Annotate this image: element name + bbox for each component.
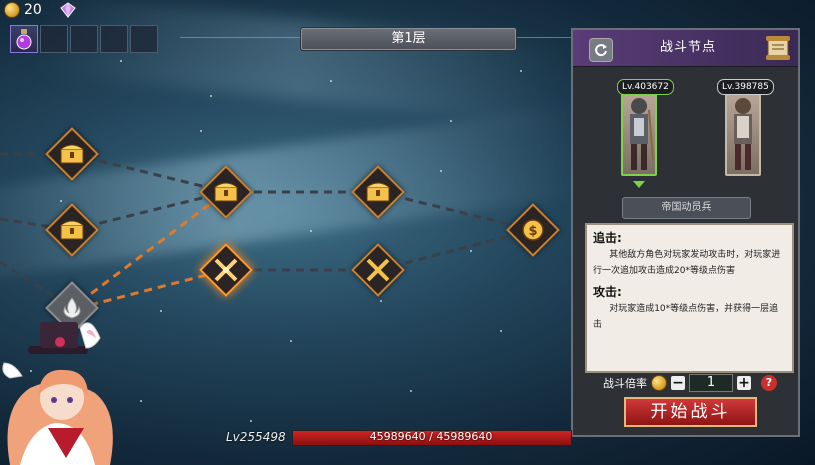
player-level: Lv255498 <box>226 430 286 444</box>
start-battle-button[interactable]: 开始战斗 <box>624 397 757 427</box>
map-node-chest[interactable] <box>45 203 99 257</box>
increase-button[interactable]: + <box>737 376 751 390</box>
map-node-battle[interactable] <box>351 243 405 297</box>
map-node-coin-shop[interactable]: $ <box>506 203 560 257</box>
unit-level-badge: Lv.398785 <box>717 79 774 95</box>
soldier-portrait <box>630 98 654 170</box>
knight-portrait <box>734 98 752 170</box>
battle-node-panel: 战斗节点 Lv.403672 Lv.398785 帝国动员兵 追击: 其他敌方角… <box>571 28 800 437</box>
multiplier-input[interactable]: 1 <box>689 374 733 392</box>
panel-title: 战斗节点 <box>659 40 716 55</box>
coin-icon <box>651 375 667 391</box>
map-node-chest[interactable] <box>351 165 405 219</box>
skill-text: 对玩家造成10*等级点伤害，并获得一层追击 <box>593 304 779 330</box>
chest-icon <box>60 220 84 240</box>
unit-name-label: 帝国动员兵 <box>622 197 751 219</box>
chest-icon <box>214 182 238 202</box>
refresh-icon <box>595 44 607 57</box>
enemy-unit-card-selected[interactable] <box>621 88 657 176</box>
chest-icon <box>366 182 390 202</box>
map-node-chest[interactable] <box>199 165 253 219</box>
panel-header: 战斗节点 <box>573 30 798 67</box>
scroll-icon[interactable] <box>764 33 792 63</box>
battle-multiplier-row: 战斗倍率 − 1 + ? <box>603 373 777 393</box>
player-status-bar: Lv255498 45989640 / 45989640 <box>226 429 572 446</box>
skill-heading: 追击: <box>593 231 622 245</box>
selected-indicator <box>633 181 645 188</box>
help-button[interactable]: ? <box>761 375 777 391</box>
unit-level-badge: Lv.403672 <box>617 79 674 95</box>
skill-heading: 攻击: <box>593 285 622 299</box>
coin-shop-icon: $ <box>522 219 544 241</box>
map-node-battle-active[interactable] <box>199 243 253 297</box>
svg-text:$: $ <box>528 224 537 239</box>
refresh-button[interactable] <box>589 38 613 62</box>
player-character-portrait <box>2 322 113 465</box>
decrease-button[interactable]: − <box>671 376 685 390</box>
map-node-chest[interactable] <box>45 127 99 181</box>
battle-icon <box>366 258 390 282</box>
battle-icon <box>214 258 238 282</box>
skill-text: 其他敌方角色对玩家发动攻击时，对玩家进行一次追加攻击造成20*等级点伤害 <box>593 250 781 276</box>
multiplier-label: 战斗倍率 <box>603 377 647 390</box>
skill-description-box: 追击: 其他敌方角色对玩家发动攻击时，对玩家进行一次追加攻击造成20*等级点伤害… <box>585 223 794 373</box>
hp-text: 45989640 / 45989640 <box>369 430 493 443</box>
enemy-unit-card[interactable] <box>725 88 761 176</box>
chest-icon <box>60 144 84 164</box>
